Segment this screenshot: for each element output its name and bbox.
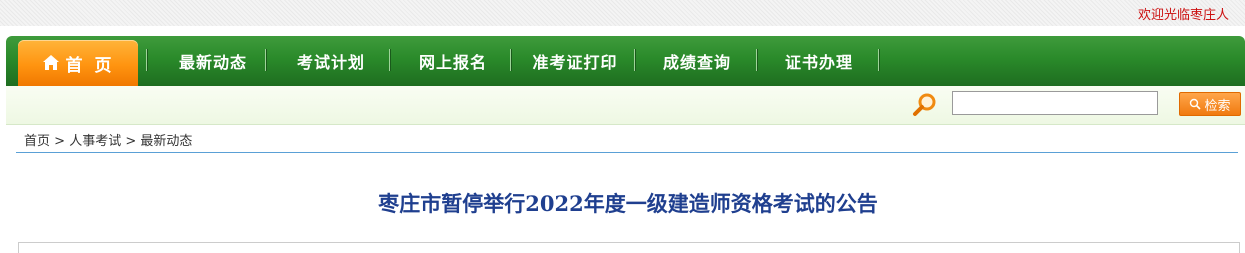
nav-item-label: 考试计划 xyxy=(296,53,365,72)
nav-home-label: 首 页 xyxy=(65,55,115,76)
nav-item-online-registration[interactable]: 网上报名 xyxy=(394,36,512,86)
search-icon xyxy=(1190,98,1202,110)
breadcrumb-separator: > xyxy=(125,134,137,149)
nav-item-label: 最新动态 xyxy=(178,53,247,72)
breadcrumb-separator: > xyxy=(54,134,66,149)
nav-item-label: 网上报名 xyxy=(418,53,487,72)
search-button-label: 检索 xyxy=(1204,98,1231,114)
main-nav: 首 页 最新动态 考试计划 网上报名 准考证打印 成绩查询 证书办理 xyxy=(6,36,1245,86)
nav-divider xyxy=(756,49,757,71)
nav-item-label: 成绩查询 xyxy=(662,53,731,72)
search-input[interactable] xyxy=(952,91,1158,115)
nav-item-label: 证书办理 xyxy=(784,53,853,72)
nav-item-label: 准考证打印 xyxy=(532,53,618,72)
nav-divider xyxy=(389,49,390,71)
welcome-text: 欢迎光临枣庄人 xyxy=(1137,8,1229,23)
breadcrumb-category-link[interactable]: 人事考试 xyxy=(69,134,121,149)
search-button[interactable]: 检索 xyxy=(1179,92,1241,116)
nav-divider xyxy=(146,49,147,71)
home-icon xyxy=(42,55,59,70)
nav-divider xyxy=(510,49,511,71)
breadcrumb-home-link[interactable]: 首页 xyxy=(24,134,50,149)
breadcrumb-divider xyxy=(16,152,1238,153)
nav-divider xyxy=(878,49,879,71)
nav-item-certificate[interactable]: 证书办理 xyxy=(760,36,878,86)
nav-divider xyxy=(265,49,266,71)
nav-item-exam-plan[interactable]: 考试计划 xyxy=(272,36,390,86)
nav-home-tab[interactable]: 首 页 xyxy=(18,40,138,86)
article-title: 枣庄市暂停举行2022年度一级建造师资格考试的公告 xyxy=(378,191,878,216)
nav-item-score-query[interactable]: 成绩查询 xyxy=(638,36,756,86)
nav-divider xyxy=(634,49,635,71)
breadcrumb-current-link[interactable]: 最新动态 xyxy=(140,134,192,149)
breadcrumb: 首页 > 人事考试 > 最新动态 xyxy=(24,130,192,149)
nav-item-latest-news[interactable]: 最新动态 xyxy=(154,36,272,86)
magnifier-icon xyxy=(913,93,936,116)
nav-item-admission-ticket[interactable]: 准考证打印 xyxy=(514,36,636,86)
top-bar: 欢迎光临枣庄人 xyxy=(0,0,1245,26)
search-bar: 检索 xyxy=(6,86,1245,125)
